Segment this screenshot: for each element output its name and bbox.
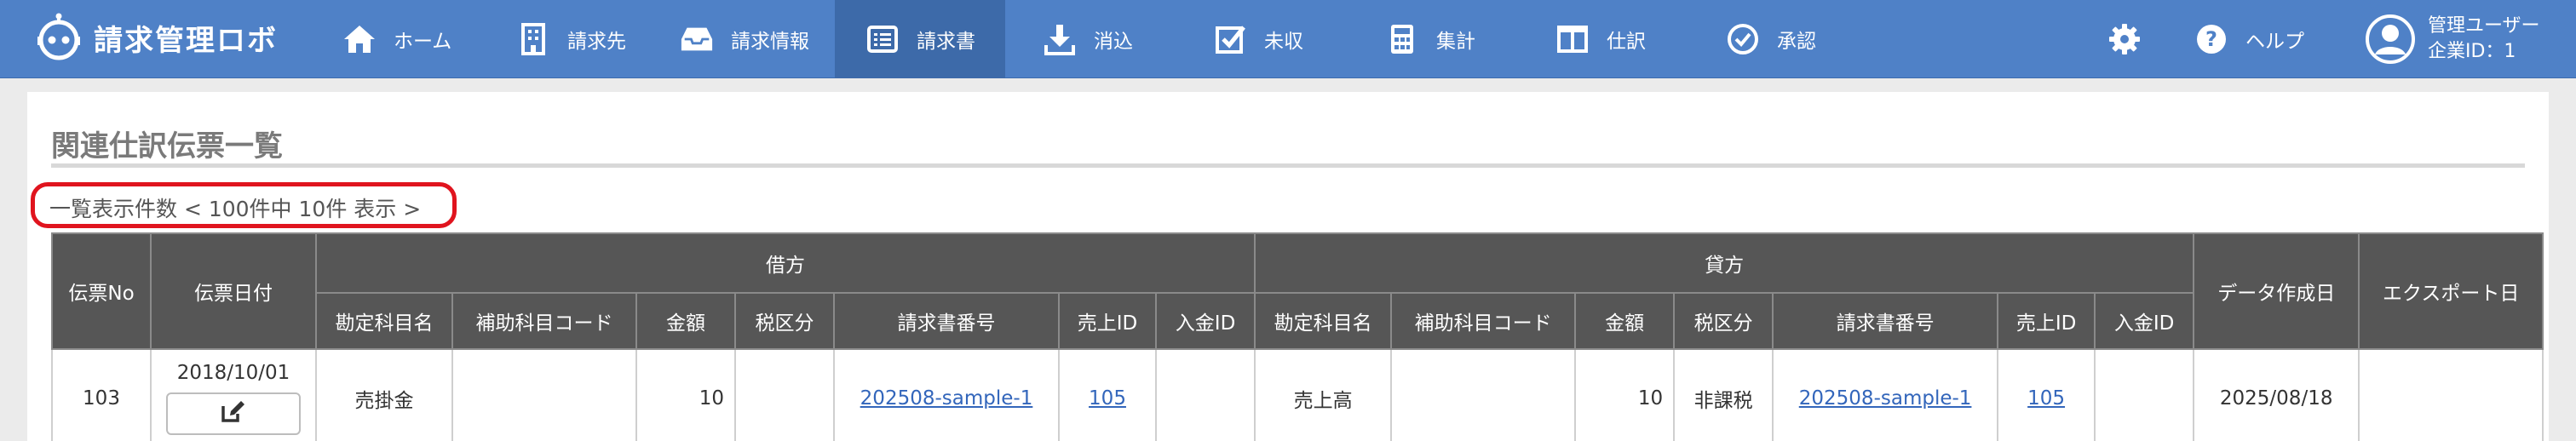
nav-aggregate-label: 集計 (1436, 31, 1475, 53)
nav-reconcile[interactable]: 消込 (1043, 0, 1133, 78)
cell-credit-invoice-no: 202508-sample-1 (1772, 348, 1999, 441)
cell-credit-tax: 非課税 (1673, 348, 1774, 441)
header-debit-amount: 金額 (635, 292, 736, 350)
help-label: ヘルプ (2245, 31, 2304, 53)
download-icon (1043, 22, 1077, 56)
cell-debit-sub-code (451, 348, 637, 441)
header-debit-sales-id: 売上ID (1058, 292, 1157, 350)
cell-created-date: 2025/08/18 (2193, 348, 2360, 441)
user-circle-icon (2365, 14, 2416, 65)
help-button[interactable]: ? ヘルプ (2194, 0, 2304, 78)
question-circle-icon: ? (2194, 22, 2228, 56)
header-credit-account: 勘定科目名 (1254, 292, 1393, 350)
svg-text:?: ? (2205, 27, 2217, 51)
settings-button[interactable] (2107, 0, 2142, 78)
cell-credit-account: 売上高 (1254, 348, 1393, 441)
nav-home-label: ホーム (394, 31, 452, 53)
cell-debit-tax (734, 348, 835, 441)
nav-invoices-label: 請求書 (917, 31, 975, 53)
robot-logo-icon (34, 13, 83, 62)
company-id: 企業ID：1 (2428, 41, 2516, 62)
check-circle-icon (1726, 22, 1760, 56)
page-title: 関連仕訳伝票一覧 (51, 129, 283, 163)
nav-receivables-label: 未収 (1264, 31, 1303, 53)
list-count-text: 一覧表示件数 < 100件中 10件 表示 > (49, 197, 422, 221)
nav-aggregate[interactable]: 集計 (1385, 0, 1475, 78)
nav-billing-info-label: 請求情報 (731, 31, 809, 53)
header-debit-account: 勘定科目名 (315, 292, 453, 350)
building-icon (516, 22, 550, 56)
nav-approval[interactable]: 承認 (1726, 0, 1816, 78)
cell-credit-sub-code (1390, 348, 1577, 441)
header-credit-tax: 税区分 (1673, 292, 1774, 350)
cell-debit-sales-id: 105 (1058, 348, 1157, 441)
header-credit-sales-id: 売上ID (1997, 292, 2096, 350)
content-panel: 関連仕訳伝票一覧 一覧表示件数 < 100件中 10件 表示 > 伝票No 伝票… (27, 92, 2549, 441)
edit-icon (221, 399, 246, 428)
header-credit-amount: 金額 (1574, 292, 1676, 350)
debit-invoice-link[interactable]: 202508-sample-1 (860, 387, 1033, 410)
nav-customers[interactable]: 請求先 (516, 0, 626, 78)
list-icon (865, 22, 900, 56)
cell-export-date (2358, 348, 2544, 441)
credit-sales-id-link[interactable]: 105 (2027, 387, 2065, 410)
gear-icon (2107, 22, 2142, 56)
cell-credit-amount: 10 (1574, 348, 1676, 441)
edit-button[interactable] (166, 392, 301, 435)
header-credit-payment-id: 入金ID (2094, 292, 2195, 350)
nav-journal[interactable]: 仕訳 (1555, 0, 1646, 78)
calculator-icon (1385, 22, 1419, 56)
header-created-date: データ作成日 (2193, 232, 2360, 350)
header-debit-invoice-no: 請求書番号 (833, 292, 1060, 350)
header-debit-tax: 税区分 (734, 292, 835, 350)
nav-approval-label: 承認 (1777, 31, 1816, 53)
header-slip-no: 伝票No (51, 232, 152, 350)
cell-debit-payment-id (1154, 348, 1256, 441)
cell-debit-account: 売掛金 (315, 348, 453, 441)
header-credit: 貸方 (1254, 232, 2195, 294)
user-menu[interactable]: 管理ユーザー 企業ID：1 (2365, 12, 2540, 66)
header-debit: 借方 (314, 232, 1256, 294)
header-debit-payment-id: 入金ID (1154, 292, 1256, 350)
credit-invoice-link[interactable]: 202508-sample-1 (1799, 387, 1972, 410)
cell-debit-amount: 10 (635, 348, 736, 441)
home-icon (342, 22, 377, 56)
header-credit-sub-code: 補助科目コード (1390, 292, 1577, 350)
cell-credit-sales-id: 105 (1997, 348, 2096, 441)
nav-journal-label: 仕訳 (1607, 31, 1646, 53)
columns-icon (1555, 22, 1590, 56)
slip-date-text: 2018/10/01 (176, 362, 290, 384)
cell-slip-no: 103 (51, 348, 152, 441)
nav-home[interactable]: ホーム (342, 0, 451, 78)
journal-slip-table: 伝票No 伝票日付 借方 貸方 データ作成日 エクスポート日 勘定科目名 補助科… (51, 232, 2544, 441)
table-row: 103 2018/10/01 売掛金 10 202508-sample-1 10… (51, 348, 2544, 441)
top-navbar: 請求管理ロボ ホーム 請求先 請求情報 請求書 消込 未収 集計 仕訳 承認 ?… (0, 0, 2576, 78)
header-export-date: エクスポート日 (2358, 232, 2544, 350)
debit-sales-id-link[interactable]: 105 (1089, 387, 1126, 410)
header-credit-invoice-no: 請求書番号 (1772, 292, 1999, 350)
header-debit-sub-code: 補助科目コード (451, 292, 637, 350)
checkbox-icon (1213, 22, 1247, 56)
nav-invoices[interactable]: 請求書 (835, 0, 1005, 78)
nav-customers-label: 請求先 (567, 31, 626, 53)
app-name: 請求管理ロボ (94, 23, 278, 58)
nav-billing-info[interactable]: 請求情報 (680, 0, 809, 78)
cell-credit-payment-id (2094, 348, 2195, 441)
user-name: 管理ユーザー (2428, 15, 2540, 37)
cell-debit-invoice-no: 202508-sample-1 (833, 348, 1060, 441)
header-slip-date: 伝票日付 (150, 232, 317, 350)
nav-reconcile-label: 消込 (1094, 31, 1133, 53)
nav-receivables[interactable]: 未収 (1213, 0, 1303, 78)
app-logo[interactable]: 請求管理ロボ (34, 12, 278, 63)
cell-slip-date: 2018/10/01 (150, 348, 317, 441)
inbox-icon (680, 22, 714, 56)
title-divider (51, 163, 2525, 168)
